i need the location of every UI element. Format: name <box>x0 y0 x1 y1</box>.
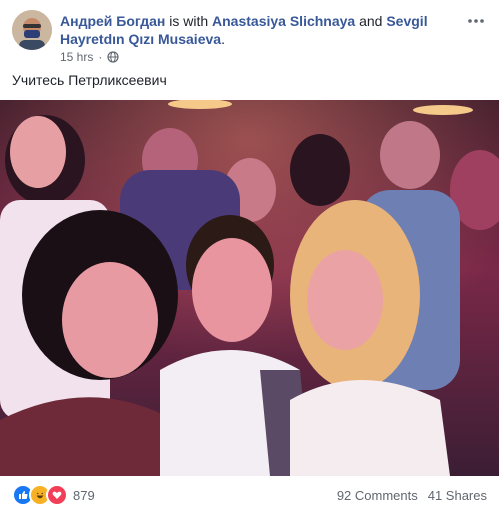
more-options-button[interactable] <box>465 10 487 32</box>
reaction-count: 879 <box>73 487 95 503</box>
post-time-link[interactable]: 15 hrs <box>60 50 93 64</box>
post-header: Андрей Богдан is with Anastasiya Slichna… <box>12 10 487 66</box>
tagged-user-1-link[interactable]: Anastasiya Slichnaya <box>212 13 355 29</box>
period-text: . <box>221 31 225 47</box>
shares-count-link[interactable]: 41 Shares <box>428 488 487 503</box>
with-text: is with <box>165 13 213 29</box>
author-avatar[interactable] <box>12 10 52 50</box>
author-name-link[interactable]: Андрей Богдан <box>60 13 165 29</box>
reactions-summary[interactable]: 879 <box>12 484 95 506</box>
meta-separator: · <box>98 50 103 64</box>
post-footer: 879 92 Comments 41 Shares <box>12 484 487 506</box>
globe-icon[interactable] <box>107 51 119 63</box>
post-meta: 15 hrs · <box>60 50 119 64</box>
comments-count-link[interactable]: 92 Comments <box>337 488 418 503</box>
author-line: Андрей Богдан is with Anastasiya Slichna… <box>60 12 460 48</box>
post-photo[interactable] <box>0 100 499 476</box>
post-caption: Учитесь Петрликсеевич <box>12 72 167 88</box>
love-icon <box>46 484 68 506</box>
and-text: and <box>355 13 387 29</box>
more-horizontal-icon <box>468 19 484 23</box>
